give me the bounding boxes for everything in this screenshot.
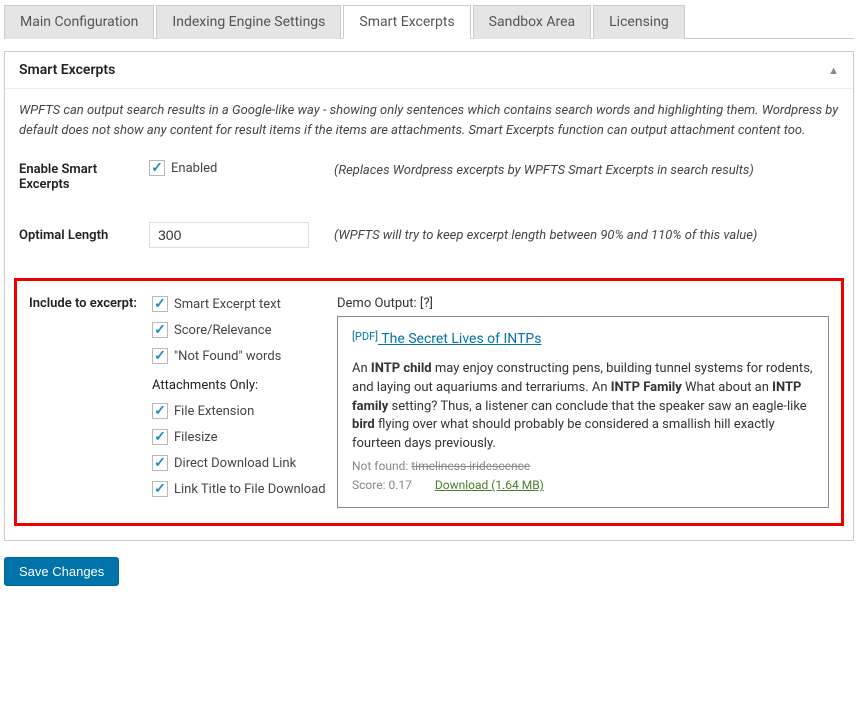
- checkbox-label: Smart Excerpt text: [174, 297, 281, 312]
- row-optimal-length: Optimal Length (WPFTS will try to keep e…: [19, 222, 839, 248]
- tab-main-configuration[interactable]: Main Configuration: [4, 5, 154, 39]
- checkbox-score-relevance[interactable]: [152, 322, 168, 338]
- checkbox-label: "Not Found" words: [174, 349, 281, 364]
- checkbox-filesize[interactable]: [152, 429, 168, 445]
- pdf-tag: [PDF]: [352, 330, 378, 343]
- demo-title-link[interactable]: The Secret Lives of INTPs: [378, 331, 541, 347]
- demo-score-line: Score: 0.17 Download (1.64 MB): [352, 477, 814, 494]
- length-label: Optimal Length: [19, 222, 149, 243]
- row-enable: Enable Smart Excerpts Enabled (Replaces …: [19, 160, 839, 192]
- panel-title: Smart Excerpts: [19, 62, 115, 78]
- include-section: Include to excerpt: Smart Excerpt text S…: [14, 278, 844, 526]
- checkbox-direct-download-link[interactable]: [152, 455, 168, 471]
- checkbox-label: File Extension: [174, 404, 254, 419]
- demo-output-box: [PDF] The Secret Lives of INTPs An INTP …: [337, 316, 829, 508]
- save-changes-button[interactable]: Save Changes: [4, 557, 119, 586]
- optimal-length-input[interactable]: [149, 222, 309, 248]
- checkbox-label: Filesize: [174, 430, 218, 445]
- checkbox-file-extension[interactable]: [152, 403, 168, 419]
- collapse-icon[interactable]: ▲: [828, 64, 839, 77]
- tab-licensing[interactable]: Licensing: [593, 5, 685, 39]
- panel-body: WPFTS can output search results in a Goo…: [5, 89, 853, 540]
- enable-checkbox-label: Enabled: [171, 161, 217, 176]
- intro-text: WPFTS can output search results in a Goo…: [19, 101, 839, 140]
- attachments-subhead: Attachments Only:: [152, 378, 327, 393]
- demo-not-found: Not found: timeliness iridescence: [352, 458, 814, 475]
- demo-score: Score: 0.17: [352, 478, 412, 492]
- checkbox-label: Link Title to File Download: [174, 482, 326, 497]
- checkbox-link-title-to-download[interactable]: [152, 481, 168, 497]
- demo-download-link[interactable]: Download (1.64 MB): [435, 478, 544, 492]
- tab-sandbox-area[interactable]: Sandbox Area: [473, 5, 591, 39]
- checkbox-label: Direct Download Link: [174, 456, 296, 471]
- enable-label: Enable Smart Excerpts: [19, 160, 149, 192]
- checkbox-smart-excerpt-text[interactable]: [152, 296, 168, 312]
- checkbox-not-found-words[interactable]: [152, 348, 168, 364]
- include-label: Include to excerpt:: [29, 296, 152, 311]
- tab-indexing-engine[interactable]: Indexing Engine Settings: [156, 5, 341, 39]
- demo-output-header: Demo Output: [?]: [337, 296, 829, 311]
- panel-header[interactable]: Smart Excerpts ▲: [5, 52, 853, 89]
- enable-hint: (Replaces Wordpress excerpts by WPFTS Sm…: [324, 160, 839, 178]
- demo-excerpt-text: An INTP child may enjoy constructing pen…: [352, 360, 814, 454]
- panel-smart-excerpts: Smart Excerpts ▲ WPFTS can output search…: [4, 51, 854, 541]
- length-hint: (WPFTS will try to keep excerpt length b…: [324, 222, 839, 243]
- tab-smart-excerpts[interactable]: Smart Excerpts: [343, 5, 470, 39]
- enable-checkbox[interactable]: [149, 160, 165, 176]
- checkbox-label: Score/Relevance: [174, 323, 272, 338]
- tabs-bar: Main Configuration Indexing Engine Setti…: [4, 4, 854, 39]
